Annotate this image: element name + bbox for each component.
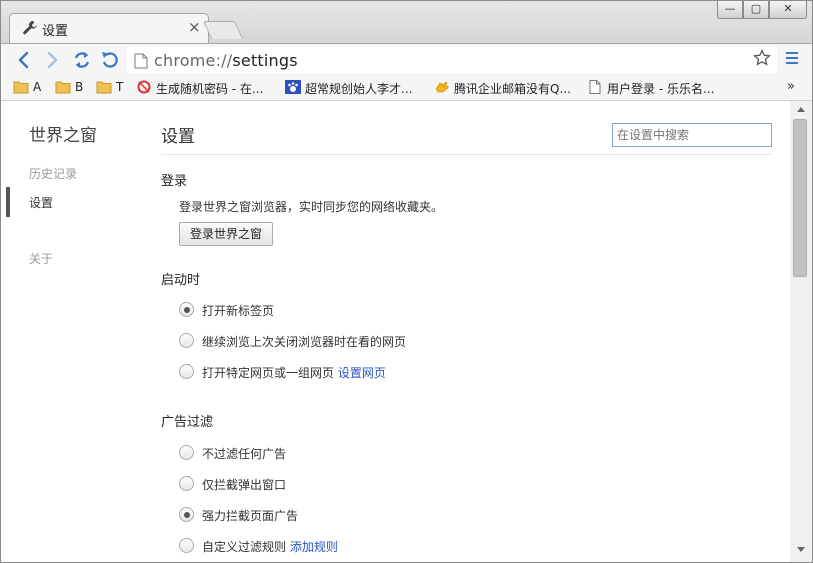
bookmark-label: 生成随机密码 - 在... [156, 82, 264, 96]
maximize-button[interactable]: ▢ [743, 1, 769, 19]
bookmarks-overflow-button[interactable]: » [787, 79, 795, 94]
radio-button[interactable] [179, 476, 194, 491]
tab-title: 设置 [42, 24, 69, 39]
radio-label: 强力拦截页面广告 [202, 509, 299, 523]
login-description: 登录世界之窗浏览器，实时同步您的网络收藏夹。 [179, 200, 444, 214]
sidebar-item-settings[interactable]: 设置 [29, 194, 53, 211]
radio-label: 仅拦截弹出窗口 [202, 478, 287, 492]
folder-icon [96, 81, 112, 94]
menu-icon[interactable] [785, 51, 799, 65]
bookmark-star-icon[interactable] [753, 49, 771, 67]
reload-icon[interactable] [71, 49, 93, 71]
radio-button-selected[interactable] [179, 507, 194, 522]
bookmark-label: B [75, 80, 84, 94]
login-button[interactable]: 登录世界之窗 [179, 222, 273, 246]
sidebar-item-history[interactable]: 历史记录 [29, 165, 77, 182]
radio-label: 自定义过滤规则 添加规则 [202, 538, 338, 555]
radio-label-text: 自定义过滤规则 [202, 540, 287, 554]
radio-button[interactable] [179, 538, 194, 553]
radio-label: 打开新标签页 [202, 304, 275, 318]
radio-label-text: 打开特定网页或一组网页 [202, 366, 335, 380]
bookmark-folder-a[interactable]: A [13, 79, 47, 97]
bookmark-label: 腾讯企业邮箱没有Q... [454, 82, 571, 96]
sidebar: 世界之窗 历史记录 设置 关于 [1, 101, 141, 562]
radio-button[interactable] [179, 364, 194, 379]
close-window-button[interactable]: ✕ [769, 1, 807, 19]
radio-label: 打开特定网页或一组网页 设置网页 [202, 364, 386, 381]
page-title: 设置 [161, 127, 195, 147]
page-icon [589, 80, 601, 94]
bookmark-founder[interactable]: 超常规创始人李才... [285, 79, 425, 97]
back-arrow-icon[interactable] [13, 49, 35, 71]
bookmarks-bar: A B T 生成随机密码 - 在... 超常规创始人李才... 腾讯企业邮箱没有… [1, 75, 812, 101]
address-bar[interactable]: chrome://settings [127, 47, 777, 73]
bookmark-label: A [33, 80, 42, 94]
settings-main: 设置 登录 登录世界之窗浏览器，实时同步您的网络收藏夹。 登录世界之窗 启动时 … [161, 101, 773, 562]
bookmark-label: 用户登录 - 乐乐名... [607, 82, 715, 96]
settings-search-input[interactable] [612, 123, 772, 147]
scroll-down-arrow-icon[interactable] [797, 547, 805, 552]
undo-icon[interactable] [99, 49, 121, 71]
sidebar-brand: 世界之窗 [29, 126, 97, 146]
url-text[interactable]: chrome://settings [154, 51, 298, 70]
url-path: settings [232, 51, 298, 70]
toolbar: chrome://settings [1, 43, 812, 75]
radio-button-selected[interactable] [179, 302, 194, 317]
section-login-heading: 登录 [161, 174, 188, 189]
section-adblock-heading: 广告过滤 [161, 415, 214, 430]
title-divider [161, 154, 773, 155]
settings-page: 世界之窗 历史记录 设置 关于 设置 登录 登录世界之窗浏览器，实时同步您的网络… [1, 101, 812, 562]
tab-settings[interactable]: 设置 × [9, 13, 209, 43]
set-pages-link[interactable]: 设置网页 [338, 366, 386, 380]
scroll-up-arrow-icon[interactable] [797, 107, 805, 112]
url-scheme: chrome:// [154, 51, 233, 70]
bookmark-label: 超常规创始人李才... [305, 82, 413, 96]
browser-window: 设置 × — ▢ ✕ chrome://settings A B T 生成随机密… [0, 0, 813, 563]
radio-button[interactable] [179, 333, 194, 348]
bookmark-label: T [116, 80, 124, 94]
bookmark-tencent-mail[interactable]: 腾讯企业邮箱没有Q... [434, 79, 579, 97]
radio-label: 继续浏览上次关闭浏览器时在看的网页 [202, 335, 407, 349]
hand-icon [435, 81, 449, 93]
scrollbar-thumb[interactable] [793, 119, 807, 277]
bookmark-user-login[interactable]: 用户登录 - 乐乐名... [587, 79, 727, 97]
minimize-button[interactable]: — [717, 1, 743, 19]
baidu-paw-icon [285, 80, 301, 94]
folder-icon [55, 81, 71, 94]
vertical-scrollbar[interactable] [790, 101, 812, 562]
forward-arrow-icon[interactable] [41, 49, 63, 71]
wrench-icon [23, 21, 37, 35]
page-icon [134, 53, 148, 69]
radio-label: 不过滤任何广告 [202, 447, 287, 461]
site-icon [137, 80, 151, 94]
bookmark-folder-b[interactable]: B [55, 79, 89, 97]
tab-close-button[interactable]: × [188, 18, 201, 36]
bookmark-random-password[interactable]: 生成随机密码 - 在... [136, 79, 276, 97]
add-rule-link[interactable]: 添加规则 [290, 540, 338, 554]
section-startup-heading: 启动时 [161, 273, 201, 288]
sidebar-item-about[interactable]: 关于 [29, 250, 53, 267]
folder-icon [13, 81, 29, 94]
tab-strip: 设置 × — ▢ ✕ [1, 1, 812, 43]
bookmark-folder-t[interactable]: T [96, 79, 130, 97]
sidebar-active-indicator [6, 187, 10, 217]
radio-button[interactable] [179, 445, 194, 460]
